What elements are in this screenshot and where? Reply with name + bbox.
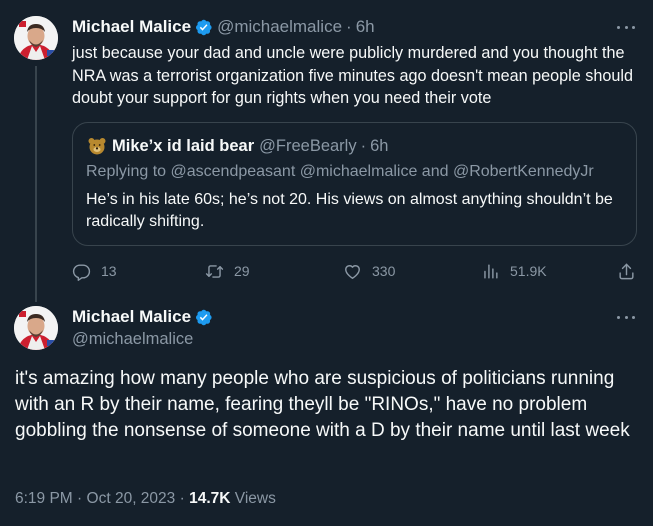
avatar[interactable] xyxy=(14,16,58,60)
quoted-tweet[interactable]: Mike’x id laid bear @FreeBearly · 6h Rep… xyxy=(72,122,637,246)
mention-link[interactable]: @michaelmalice xyxy=(300,163,418,180)
retweet-button[interactable]: 29 xyxy=(205,258,250,284)
separator: · xyxy=(179,490,185,507)
retweet-count: 29 xyxy=(234,263,250,279)
separator: · xyxy=(360,136,367,155)
quoted-tweet-text: He’s in his late 60s; he’s not 20. His v… xyxy=(86,191,613,230)
more-icon[interactable] xyxy=(615,20,637,34)
share-button[interactable] xyxy=(617,258,636,284)
tweet-date[interactable]: Oct 20, 2023 xyxy=(87,490,176,507)
replying-to-line: Replying to @ascendpeasant @michaelmalic… xyxy=(86,163,594,181)
tweet-header: Michael Malice @michaelmalice xyxy=(72,306,217,349)
author-handle[interactable]: @michaelmalice xyxy=(217,17,342,37)
view-count: 51.9K xyxy=(510,263,547,279)
retweet-icon xyxy=(205,264,224,278)
author-handle[interactable]: @michaelmalice xyxy=(72,330,217,349)
separator: · xyxy=(346,17,352,36)
quoted-author-handle[interactable]: @FreeBearly xyxy=(259,137,356,156)
tweet-metadata: 6:19 PM · Oct 20, 2023 · 14.7K Views xyxy=(15,490,276,508)
views-count: 14.7K xyxy=(189,490,231,507)
verified-badge-icon[interactable] xyxy=(194,18,213,37)
views-label: Views xyxy=(234,490,276,507)
tweet-text: just because your dad and uncle were pub… xyxy=(72,44,633,107)
parent-tweet[interactable]: Michael Malice @michaelmalice · 6h just … xyxy=(0,0,653,302)
reply-count: 13 xyxy=(101,263,117,279)
quoted-author-name[interactable]: Mike’x id laid bear xyxy=(112,137,254,156)
more-icon[interactable] xyxy=(615,310,637,324)
heart-icon xyxy=(345,264,360,279)
reply-icon xyxy=(72,263,91,281)
quoted-avatar[interactable] xyxy=(86,135,108,157)
avatar-image xyxy=(14,16,58,60)
mention-link[interactable]: @RobertKennedyJr xyxy=(453,163,594,180)
tweet-actions: 13 29 330 51.9K xyxy=(72,258,640,284)
mention-link[interactable]: @ascendpeasant xyxy=(171,163,296,180)
tweet-time[interactable]: 6:19 PM xyxy=(15,490,73,507)
views-chart-icon xyxy=(484,263,498,279)
and-label: and xyxy=(421,163,449,180)
thread-connector-line xyxy=(35,66,37,302)
verified-badge-icon[interactable] xyxy=(194,308,213,327)
reply-button[interactable]: 13 xyxy=(72,258,117,284)
author-name[interactable]: Michael Malice xyxy=(72,307,191,327)
quoted-tweet-header: Mike’x id laid bear @FreeBearly · 6h xyxy=(86,135,388,157)
like-button[interactable]: 330 xyxy=(343,258,395,284)
views-button[interactable]: 51.9K xyxy=(481,258,547,284)
tweet-time[interactable]: 6h xyxy=(356,17,375,37)
avatar-image xyxy=(14,306,58,350)
replying-to-label: Replying to xyxy=(86,163,167,180)
separator: · xyxy=(77,490,83,507)
share-icon xyxy=(619,263,634,279)
author-name[interactable]: Michael Malice xyxy=(72,17,191,37)
avatar[interactable] xyxy=(14,306,58,350)
tweet-text: it's amazing how many people who are sus… xyxy=(15,368,630,441)
tweet-header: Michael Malice @michaelmalice · 6h xyxy=(72,17,375,37)
like-count: 330 xyxy=(372,263,396,279)
quoted-tweet-time[interactable]: 6h xyxy=(370,137,388,156)
